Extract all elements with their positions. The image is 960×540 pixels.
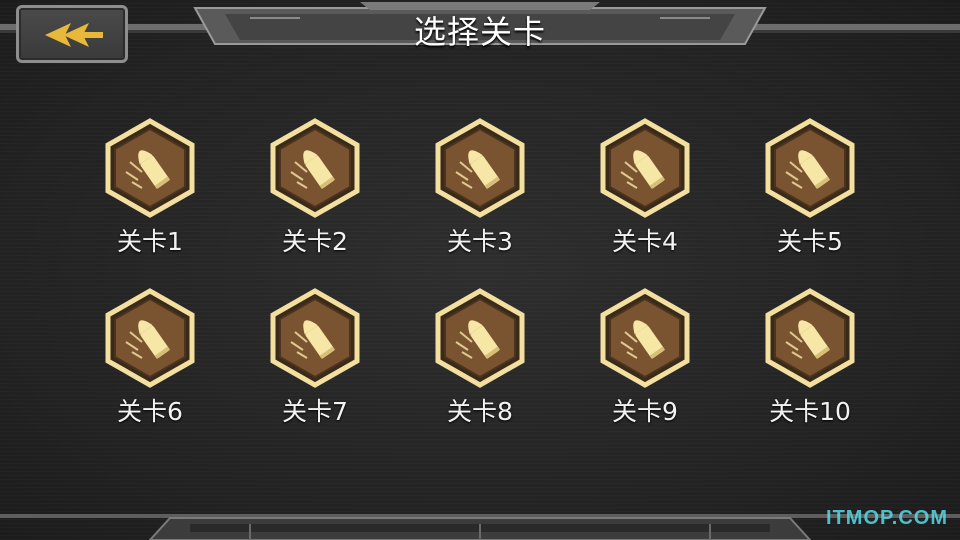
bullet-icon [270,288,360,388]
bullet-icon [600,118,690,218]
page-title: 选择关卡 [413,13,546,51]
bullet-icon [600,288,690,388]
level-label: 关卡7 [282,397,348,426]
level-button-1[interactable]: 关卡1 [70,118,230,264]
watermark: ITMOP.COM [826,507,948,529]
bullet-icon [105,288,195,388]
level-button-5[interactable]: 关卡5 [730,118,890,264]
level-label: 关卡4 [612,227,678,256]
level-label: 关卡2 [282,227,348,256]
level-button-9[interactable]: 关卡9 [565,288,725,434]
bullet-icon [765,288,855,388]
level-label: 关卡8 [447,397,513,426]
level-grid: 关卡1 关卡2 关卡3 关卡4 关卡5 关卡6 关卡7 关卡8 关卡9 关卡10 [70,118,890,434]
level-button-6[interactable]: 关卡6 [70,288,230,434]
level-button-4[interactable]: 关卡4 [565,118,725,264]
bullet-icon [270,118,360,218]
bullet-icon [765,118,855,218]
level-label: 关卡1 [117,227,183,256]
level-label: 关卡9 [612,397,678,426]
level-label: 关卡6 [117,397,183,426]
double-chevron-left-icon [45,23,103,47]
bottom-bar [0,506,960,540]
bullet-icon [105,118,195,218]
level-button-8[interactable]: 关卡8 [400,288,560,434]
level-button-7[interactable]: 关卡7 [235,288,395,434]
level-button-2[interactable]: 关卡2 [235,118,395,264]
level-button-3[interactable]: 关卡3 [400,118,560,264]
level-label: 关卡3 [447,227,513,256]
back-button[interactable] [16,5,128,63]
bullet-icon [435,118,525,218]
level-button-10[interactable]: 关卡10 [730,288,890,434]
level-label: 关卡5 [777,227,843,256]
bullet-icon [435,288,525,388]
level-label: 关卡10 [769,397,851,426]
